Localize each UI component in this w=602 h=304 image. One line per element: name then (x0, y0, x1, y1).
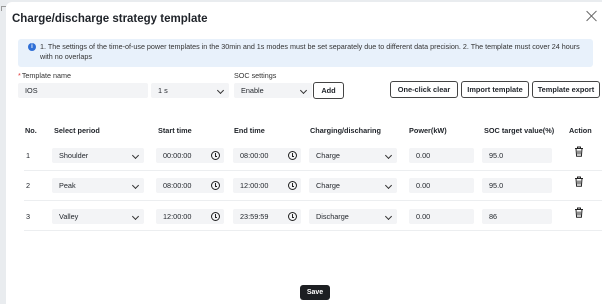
start-time-input[interactable]: 08:00:00 (156, 178, 224, 193)
soc-target-input[interactable]: 95.0 (482, 148, 552, 163)
period-select[interactable]: Shoulder (52, 148, 144, 163)
header-no: No. (25, 126, 37, 135)
end-time-value: 23:59:59 (240, 212, 269, 221)
trash-icon[interactable] (574, 207, 584, 218)
header-select-period: Select period (54, 126, 100, 135)
one-click-clear-button[interactable]: One-click clear (390, 81, 458, 98)
clock-icon (288, 151, 297, 160)
end-time-input[interactable]: 23:59:59 (233, 209, 301, 224)
end-time-value: 12:00:00 (240, 181, 269, 190)
clock-icon (211, 212, 220, 221)
soc-settings-select[interactable]: Enable (234, 83, 312, 98)
clock-icon (211, 151, 220, 160)
close-icon[interactable] (586, 10, 598, 22)
add-button[interactable]: Add (313, 82, 344, 99)
template-name-label: *Template name (18, 71, 71, 80)
row-divider (24, 230, 602, 231)
clock-icon (288, 181, 297, 190)
chevron-down-icon (384, 212, 393, 221)
row-divider (24, 200, 602, 201)
trash-icon[interactable] (574, 146, 584, 157)
header-start-time: Start time (158, 126, 192, 135)
clock-icon (211, 181, 220, 190)
soc-target-input[interactable]: 86 (482, 209, 552, 224)
required-mark: * (18, 71, 21, 80)
start-time-value: 12:00:00 (163, 212, 192, 221)
chevron-down-icon (131, 181, 140, 190)
row-number: 2 (26, 181, 31, 190)
dialog-title: Charge/discharge strategy template (12, 13, 208, 25)
notice-banner: i 1. The settings of the time-of-use pow… (18, 39, 593, 67)
period-select[interactable]: Peak (52, 178, 144, 193)
power-input[interactable]: 0.00 (409, 178, 474, 193)
charge-mode-value: Charge (316, 151, 340, 160)
chevron-down-icon (216, 86, 225, 95)
row-number: 1 (26, 151, 31, 160)
chevron-down-icon (384, 181, 393, 190)
end-time-input[interactable]: 12:00:00 (233, 178, 301, 193)
chevron-down-icon (299, 86, 308, 95)
header-soc-target: SOC target value(%) (484, 126, 555, 135)
chevron-down-icon (131, 212, 140, 221)
row-number: 3 (26, 212, 31, 221)
header-action: Action (569, 126, 592, 135)
soc-settings-value: Enable (241, 86, 264, 95)
header-charging-discharging: Charging/discharing (310, 126, 381, 135)
end-time-value: 08:00:00 (240, 151, 269, 160)
charge-mode-value: Discharge (316, 212, 349, 221)
row-divider (24, 170, 602, 171)
header-power: Power(kW) (409, 126, 447, 135)
header-end-time: End time (234, 126, 265, 135)
period-value: Shoulder (59, 151, 89, 160)
power-input[interactable]: 0.00 (409, 209, 474, 224)
start-time-input[interactable]: 00:00:00 (156, 148, 224, 163)
trash-icon[interactable] (574, 176, 584, 187)
info-icon: i (28, 43, 36, 51)
start-time-value: 00:00:00 (163, 151, 192, 160)
template-name-input[interactable]: IOS (18, 83, 148, 98)
charge-mode-select[interactable]: Charge (309, 148, 397, 163)
charge-mode-value: Charge (316, 181, 340, 190)
period-value: Valley (59, 212, 79, 221)
charge-mode-select[interactable]: Charge (309, 178, 397, 193)
mode-select[interactable]: 1 s (151, 83, 229, 98)
chevron-down-icon (131, 151, 140, 160)
template-export-button[interactable]: Template export (532, 81, 600, 98)
period-value: Peak (59, 181, 76, 190)
clock-icon (288, 212, 297, 221)
template-name-label-text: Template name (21, 71, 71, 80)
charge-mode-select[interactable]: Discharge (309, 209, 397, 224)
save-button[interactable]: Save (300, 285, 330, 300)
start-time-value: 08:00:00 (163, 181, 192, 190)
soc-settings-label: SOC settings (234, 71, 277, 80)
strategy-template-dialog: Charge/discharge strategy template i 1. … (6, 2, 602, 304)
end-time-input[interactable]: 08:00:00 (233, 148, 301, 163)
chevron-down-icon (384, 151, 393, 160)
soc-target-input[interactable]: 95.0 (482, 178, 552, 193)
start-time-input[interactable]: 12:00:00 (156, 209, 224, 224)
mode-select-value: 1 s (158, 86, 168, 95)
import-template-button[interactable]: Import template (461, 81, 529, 98)
notice-text: 1. The settings of the time-of-use power… (40, 42, 580, 61)
period-select[interactable]: Valley (52, 209, 144, 224)
power-input[interactable]: 0.00 (409, 148, 474, 163)
